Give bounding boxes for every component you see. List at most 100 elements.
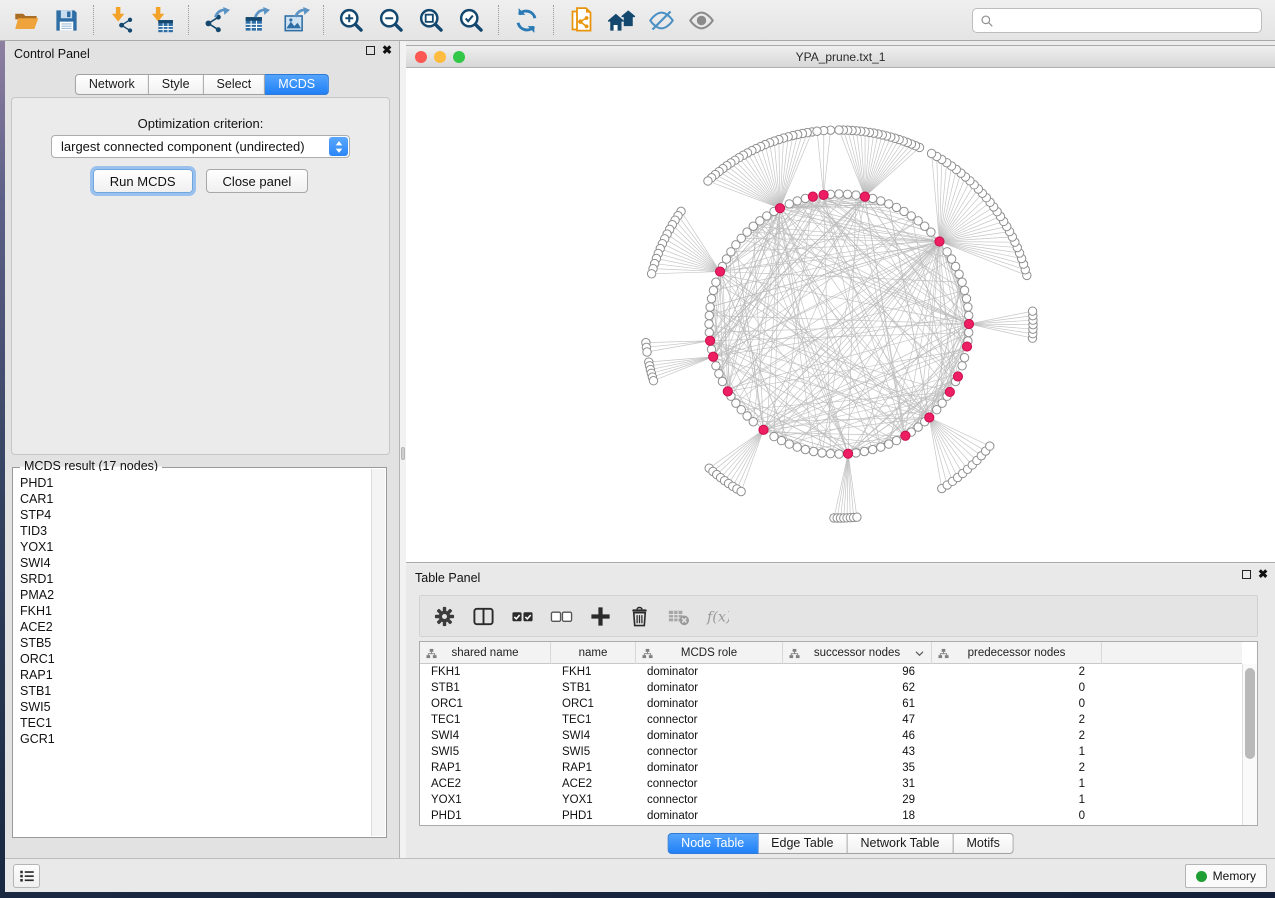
import-network-button[interactable] bbox=[101, 3, 141, 37]
network-node[interactable] bbox=[843, 190, 851, 198]
network-node[interactable] bbox=[877, 443, 885, 451]
table-cell[interactable]: YOX1 bbox=[551, 792, 636, 808]
table-row[interactable]: SWI5SWI5connector431 bbox=[420, 744, 1242, 760]
network-node[interactable] bbox=[706, 303, 714, 311]
table-cell[interactable]: 62 bbox=[783, 680, 932, 696]
mcds-result-item[interactable]: SWI4 bbox=[20, 555, 371, 571]
table-cell[interactable]: dominator bbox=[636, 696, 783, 712]
mcds-hub-node[interactable] bbox=[843, 449, 852, 458]
table-cell[interactable]: 31 bbox=[783, 776, 932, 792]
table-cell[interactable]: STB1 bbox=[551, 680, 636, 696]
network-node[interactable] bbox=[958, 362, 966, 370]
deselect-all-rows-button[interactable] bbox=[546, 599, 576, 633]
table-cell[interactable]: 1 bbox=[932, 744, 1102, 760]
satellite-node[interactable] bbox=[649, 377, 657, 385]
mcds-hub-node[interactable] bbox=[775, 204, 784, 213]
network-node[interactable] bbox=[705, 311, 713, 319]
network-node[interactable] bbox=[707, 294, 715, 302]
table-cell[interactable]: 1 bbox=[932, 776, 1102, 792]
mcds-result-item[interactable]: ORC1 bbox=[20, 651, 371, 667]
table-scrollbar[interactable] bbox=[1242, 664, 1257, 825]
table-tab-network-table[interactable]: Network Table bbox=[848, 833, 954, 854]
mcds-hub-node[interactable] bbox=[705, 336, 714, 345]
zoom-in-button[interactable] bbox=[331, 3, 371, 37]
zoom-fit-button[interactable] bbox=[411, 3, 451, 37]
table-cell[interactable]: connector bbox=[636, 712, 783, 728]
table-cell[interactable]: SWI4 bbox=[420, 728, 551, 744]
table-cell[interactable]: 29 bbox=[783, 792, 932, 808]
satellite-node[interactable] bbox=[647, 270, 655, 278]
mcds-result-item[interactable]: SRD1 bbox=[20, 571, 371, 587]
mcds-result-item[interactable]: CAR1 bbox=[20, 491, 371, 507]
mcds-result-item[interactable]: RAP1 bbox=[20, 667, 371, 683]
network-node[interactable] bbox=[749, 418, 757, 426]
column-header-shared-name[interactable]: shared name bbox=[420, 642, 551, 664]
network-node[interactable] bbox=[868, 445, 876, 453]
table-cell[interactable]: dominator bbox=[636, 664, 783, 680]
tab-select[interactable]: Select bbox=[204, 74, 266, 95]
table-scrollbar-thumb[interactable] bbox=[1245, 668, 1255, 759]
new-network-from-selection-button[interactable] bbox=[561, 3, 601, 37]
refresh-button[interactable] bbox=[506, 3, 546, 37]
network-node[interactable] bbox=[852, 191, 860, 199]
mcds-hub-node[interactable] bbox=[925, 413, 934, 422]
network-node[interactable] bbox=[958, 278, 966, 286]
network-window-titlebar[interactable]: YPA_prune.txt_1 bbox=[406, 46, 1275, 68]
network-node[interactable] bbox=[801, 445, 809, 453]
network-node[interactable] bbox=[785, 440, 793, 448]
table-tab-node-table[interactable]: Node Table bbox=[667, 833, 758, 854]
mcds-hub-node[interactable] bbox=[759, 425, 768, 434]
network-node[interactable] bbox=[860, 447, 868, 455]
table-settings-button[interactable] bbox=[429, 599, 459, 633]
zoom-selected-button[interactable] bbox=[451, 3, 491, 37]
mcds-list-scrollbar[interactable] bbox=[371, 469, 385, 836]
table-row[interactable]: STB1STB1dominator620 bbox=[420, 680, 1242, 696]
table-cell[interactable]: dominator bbox=[636, 760, 783, 776]
table-cell[interactable]: 35 bbox=[783, 760, 932, 776]
network-graph[interactable] bbox=[406, 68, 1275, 564]
mcds-hub-node[interactable] bbox=[723, 387, 732, 396]
table-cell[interactable]: TEC1 bbox=[551, 712, 636, 728]
select-all-rows-button[interactable] bbox=[507, 599, 537, 633]
table-cell[interactable]: ORC1 bbox=[420, 696, 551, 712]
mcds-hub-node[interactable] bbox=[962, 342, 971, 351]
network-node[interactable] bbox=[709, 286, 717, 294]
mcds-result-item[interactable]: TID3 bbox=[20, 523, 371, 539]
mcds-result-item[interactable]: ACE2 bbox=[20, 619, 371, 635]
table-cell[interactable]: 0 bbox=[932, 680, 1102, 696]
satellite-node[interactable] bbox=[813, 127, 821, 135]
mcds-result-item[interactable]: GCR1 bbox=[20, 731, 371, 747]
float-table-panel-icon[interactable] bbox=[1242, 570, 1251, 579]
satellite-node[interactable] bbox=[1028, 307, 1036, 315]
network-node[interactable] bbox=[965, 311, 973, 319]
network-node[interactable] bbox=[965, 328, 973, 336]
show-columns-button[interactable] bbox=[468, 599, 498, 633]
network-node[interactable] bbox=[885, 440, 893, 448]
table-cell[interactable]: SWI5 bbox=[551, 744, 636, 760]
table-row[interactable]: TEC1TEC1connector472 bbox=[420, 712, 1242, 728]
network-node[interactable] bbox=[962, 294, 970, 302]
network-node[interactable] bbox=[877, 197, 885, 205]
network-node[interactable] bbox=[777, 436, 785, 444]
tab-style[interactable]: Style bbox=[149, 74, 204, 95]
network-node[interactable] bbox=[826, 450, 834, 458]
table-row[interactable]: PHD1PHD1dominator180 bbox=[420, 808, 1242, 824]
table-cell[interactable]: 46 bbox=[783, 728, 932, 744]
table-row[interactable]: ACE2ACE2connector311 bbox=[420, 776, 1242, 792]
mcds-hub-node[interactable] bbox=[819, 190, 828, 199]
mcds-result-item[interactable]: TEC1 bbox=[20, 715, 371, 731]
table-cell[interactable]: FKH1 bbox=[551, 664, 636, 680]
table-cell[interactable]: 2 bbox=[932, 760, 1102, 776]
table-cell[interactable]: connector bbox=[636, 792, 783, 808]
network-node[interactable] bbox=[785, 200, 793, 208]
table-cell[interactable]: ACE2 bbox=[551, 776, 636, 792]
memory-button[interactable]: Memory bbox=[1185, 864, 1267, 888]
network-node[interactable] bbox=[892, 203, 900, 211]
mcds-result-item[interactable]: YOX1 bbox=[20, 539, 371, 555]
table-cell[interactable]: connector bbox=[636, 744, 783, 760]
table-tab-motifs[interactable]: Motifs bbox=[953, 833, 1013, 854]
network-node[interactable] bbox=[835, 190, 843, 198]
network-node[interactable] bbox=[793, 443, 801, 451]
network-node[interactable] bbox=[964, 303, 972, 311]
network-node[interactable] bbox=[793, 197, 801, 205]
